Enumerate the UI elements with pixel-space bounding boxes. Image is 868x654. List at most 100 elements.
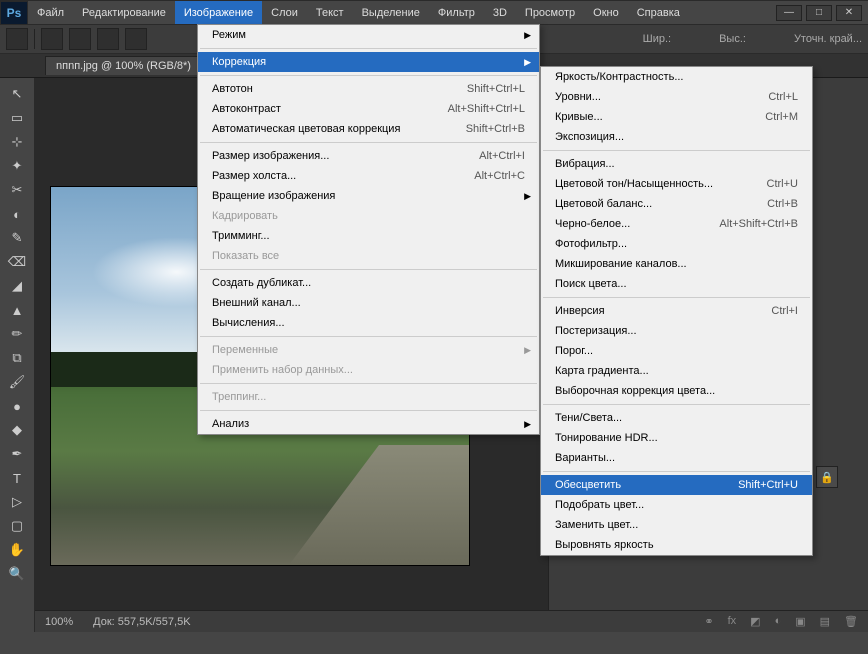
correction-menu-item-10[interactable]: Микширование каналов...	[541, 254, 812, 274]
correction-menu-item-5[interactable]: Вибрация...	[541, 154, 812, 174]
correction-menu-item-label: Цветовой баланс...	[555, 198, 767, 210]
correction-menu-item-0[interactable]: Яркость/Контрастность...	[541, 67, 812, 87]
image-menu-item-11: Кадрировать	[198, 206, 539, 226]
correction-menu-item-label: Яркость/Контрастность...	[555, 71, 798, 83]
correction-menu-item-16[interactable]: Карта градиента...	[541, 361, 812, 381]
chevron-right-icon: ▶	[524, 30, 531, 41]
tool-3[interactable]: ✦	[4, 155, 30, 177]
tool-5[interactable]: ◐	[4, 203, 30, 225]
image-menu-item-9[interactable]: Размер холста...Alt+Ctrl+C	[198, 166, 539, 186]
selection-mode-new-icon[interactable]	[41, 28, 63, 50]
fx-icon[interactable]: fx	[728, 615, 737, 628]
correction-menu-item-8[interactable]: Черно-белое...Alt+Shift+Ctrl+B	[541, 214, 812, 234]
correction-menu-item-label: Карта градиента...	[555, 365, 798, 377]
image-menu-item-4[interactable]: АвтотонShift+Ctrl+L	[198, 79, 539, 99]
tool-20[interactable]: 🔍	[4, 563, 30, 585]
menu-text[interactable]: Текст	[307, 1, 353, 24]
tool-7[interactable]: ⌫	[4, 251, 30, 273]
refine-edge-button[interactable]: Уточн. край...	[794, 33, 862, 45]
correction-menu-item-9[interactable]: Фотофильтр...	[541, 234, 812, 254]
tool-18[interactable]: ▢	[4, 515, 30, 537]
zoom-level[interactable]: 100%	[45, 616, 73, 628]
document-tab[interactable]: nпnп.jpg @ 100% (RGB/8*)	[45, 56, 202, 75]
tool-1[interactable]: ▭	[4, 107, 30, 129]
selection-mode-subtract-icon[interactable]	[97, 28, 119, 50]
image-menu-item-8[interactable]: Размер изображения...Alt+Ctrl+I	[198, 146, 539, 166]
tool-14[interactable]: ◆	[4, 419, 30, 441]
maximize-button[interactable]: □	[806, 5, 832, 21]
tool-15[interactable]: ✒	[4, 443, 30, 465]
image-menu-item-2[interactable]: Коррекция▶	[198, 52, 539, 72]
menu-edit[interactable]: Редактирование	[73, 1, 175, 24]
menu-help[interactable]: Справка	[628, 1, 689, 24]
chevron-right-icon: ▶	[524, 345, 531, 356]
correction-menu-item-label: Заменить цвет...	[555, 519, 798, 531]
image-menu-item-5[interactable]: АвтоконтрастAlt+Shift+Ctrl+L	[198, 99, 539, 119]
tool-17[interactable]: ▷	[4, 491, 30, 513]
image-menu-item-15[interactable]: Создать дубликат...	[198, 273, 539, 293]
correction-menu-item-24[interactable]: Подобрать цвет...	[541, 495, 812, 515]
close-button[interactable]: ✕	[836, 5, 862, 21]
mask-icon[interactable]: ◩	[750, 615, 760, 628]
tool-10[interactable]: ✏	[4, 323, 30, 345]
correction-menu-item-6[interactable]: Цветовой тон/Насыщенность...Ctrl+U	[541, 174, 812, 194]
correction-menu-item-7[interactable]: Цветовой баланс...Ctrl+B	[541, 194, 812, 214]
image-menu-item-shortcut: Shift+Ctrl+L	[467, 83, 525, 95]
menu-window[interactable]: Окно	[584, 1, 628, 24]
image-menu-item-10[interactable]: Вращение изображения▶	[198, 186, 539, 206]
new-layer-icon[interactable]: ▤	[820, 615, 830, 628]
tool-preset-icon[interactable]	[6, 28, 28, 50]
tool-6[interactable]: ✎	[4, 227, 30, 249]
correction-menu-item-3[interactable]: Экспозиция...	[541, 127, 812, 147]
correction-menu-item-23[interactable]: ОбесцветитьShift+Ctrl+U	[541, 475, 812, 495]
correction-menu-item-11[interactable]: Поиск цвета...	[541, 274, 812, 294]
minimize-button[interactable]: —	[776, 5, 802, 21]
correction-menu-item-13[interactable]: ИнверсияCtrl+I	[541, 301, 812, 321]
tool-2[interactable]: ⊹	[4, 131, 30, 153]
correction-menu-item-label: Черно-белое...	[555, 218, 719, 230]
image-menu-item-0[interactable]: Режим▶	[198, 25, 539, 45]
menu-file[interactable]: Файл	[28, 1, 73, 24]
tool-11[interactable]: ⧉	[4, 347, 30, 369]
tool-12[interactable]: 🖌	[4, 371, 30, 393]
menu-filter[interactable]: Фильтр	[429, 1, 484, 24]
tool-19[interactable]: ✋	[4, 539, 30, 561]
correction-menu-item-20[interactable]: Тонирование HDR...	[541, 428, 812, 448]
menu-3d[interactable]: 3D	[484, 1, 516, 24]
correction-menu-item-21[interactable]: Варианты...	[541, 448, 812, 468]
correction-menu-item-15[interactable]: Порог...	[541, 341, 812, 361]
menu-image[interactable]: Изображение	[175, 1, 262, 24]
image-menu-item-16[interactable]: Внешний канал...	[198, 293, 539, 313]
image-menu-item-12[interactable]: Тримминг...	[198, 226, 539, 246]
image-menu-item-label: Анализ	[212, 418, 525, 430]
correction-menu-item-2[interactable]: Кривые...Ctrl+M	[541, 107, 812, 127]
tool-8[interactable]: ◢	[4, 275, 30, 297]
group-icon[interactable]: ▣	[795, 615, 805, 628]
menu-layers[interactable]: Слои	[262, 1, 307, 24]
correction-menu-item-14[interactable]: Постеризация...	[541, 321, 812, 341]
selection-mode-intersect-icon[interactable]	[125, 28, 147, 50]
menu-select[interactable]: Выделение	[353, 1, 429, 24]
correction-menu-item-1[interactable]: Уровни...Ctrl+L	[541, 87, 812, 107]
correction-menu-item-19[interactable]: Тени/Света...	[541, 408, 812, 428]
menu-view[interactable]: Просмотр	[516, 1, 584, 24]
tool-9[interactable]: ▲	[4, 299, 30, 321]
image-menu-item-label: Вычисления...	[212, 317, 525, 329]
image-menu-item-6[interactable]: Автоматическая цветовая коррекцияShift+C…	[198, 119, 539, 139]
adjustment-icon[interactable]: ◐	[775, 615, 782, 628]
image-menu-item-17[interactable]: Вычисления...	[198, 313, 539, 333]
tool-4[interactable]: ✂	[4, 179, 30, 201]
correction-menu-item-26[interactable]: Выровнять яркость	[541, 535, 812, 555]
link-icon[interactable]: ⚭	[704, 615, 713, 628]
tool-0[interactable]: ↖	[4, 83, 30, 105]
tool-13[interactable]: ●	[4, 395, 30, 417]
window-controls: — □ ✕	[776, 1, 868, 24]
selection-mode-add-icon[interactable]	[69, 28, 91, 50]
correction-menu-item-17[interactable]: Выборочная коррекция цвета...	[541, 381, 812, 401]
trash-icon[interactable]: 🗑	[844, 615, 858, 628]
correction-menu-item-label: Микширование каналов...	[555, 258, 798, 270]
correction-menu-item-25[interactable]: Заменить цвет...	[541, 515, 812, 535]
lock-icon[interactable]: 🔒	[816, 466, 838, 488]
tool-16[interactable]: T	[4, 467, 30, 489]
image-menu-item-24[interactable]: Анализ▶	[198, 414, 539, 434]
